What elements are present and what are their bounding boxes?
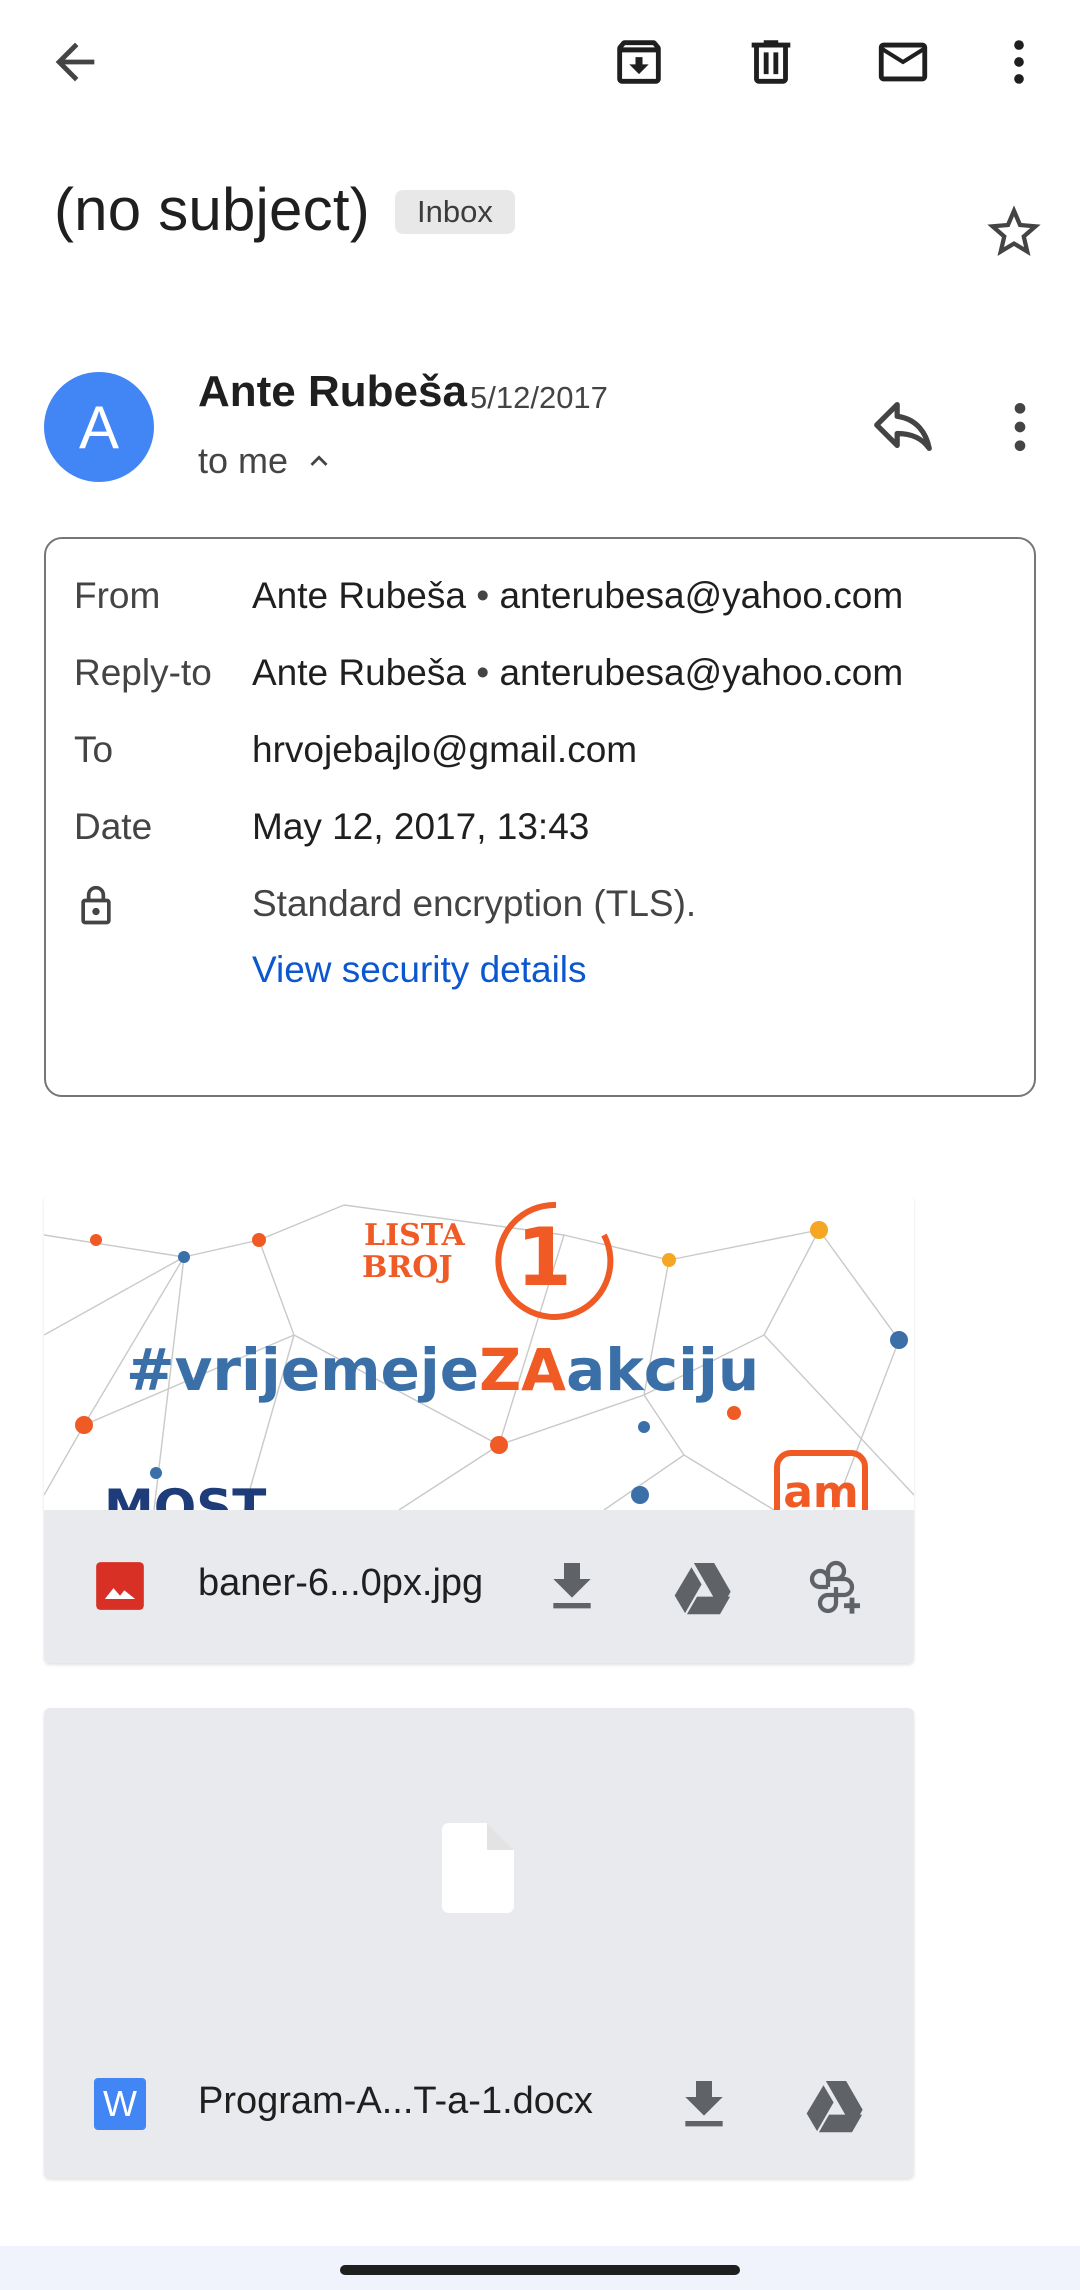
network-pattern-graphic: LISTA BROJ 1 #vrijemejeZAakciju MOST am: [44, 1201, 914, 1510]
from-email[interactable]: anterubesa@yahoo.com: [499, 575, 903, 616]
encryption-text: Standard encryption (TLS).: [252, 883, 697, 924]
date-value: May 12, 2017, 13:43: [252, 806, 590, 847]
top-app-bar: [0, 0, 1080, 125]
delete-button[interactable]: [726, 17, 816, 107]
to-label: To: [74, 729, 114, 770]
lock-icon: [81, 885, 111, 925]
archive-button[interactable]: [594, 17, 684, 107]
attachment-footer: W Program-A...T-a-1.docx: [44, 2028, 914, 2178]
more-vert-icon: [1014, 40, 1024, 84]
attachment-footer: baner-6...0px.jpg: [44, 1510, 914, 1660]
mail-icon: [878, 42, 928, 82]
banner-logo-text: MOST: [104, 1479, 266, 1510]
reply-to-email[interactable]: anterubesa@yahoo.com: [499, 652, 903, 693]
banner-lista: LISTA: [364, 1218, 465, 1253]
banner-badge-text: am: [783, 1467, 859, 1510]
date-label: Date: [74, 806, 153, 847]
download-icon[interactable]: [672, 2073, 736, 2137]
image-attachment-preview[interactable]: LISTA BROJ 1 #vrijemejeZAakciju MOST am: [44, 1195, 914, 1510]
from-label: From: [74, 575, 161, 616]
document-attachment-card[interactable]: W Program-A...T-a-1.docx: [44, 1708, 914, 2178]
more-options-button[interactable]: [974, 17, 1064, 107]
banner-hashtag: #vrijemejeZAakciju: [126, 1336, 759, 1404]
separator-dot: •: [476, 575, 490, 616]
star-icon[interactable]: [982, 200, 1046, 264]
to-value[interactable]: hrvojebajlo@gmail.com: [252, 729, 637, 771]
reply-to-name: Ante Rubeša: [252, 652, 466, 693]
document-placeholder-icon: [442, 1823, 514, 1913]
arrow-back-icon: [55, 42, 95, 82]
recipient-toggle[interactable]: to me: [198, 440, 336, 482]
sender-name: Ante Rubeša: [198, 367, 467, 416]
attachment-file-name: baner-6...0px.jpg: [198, 1562, 484, 1604]
trash-icon: [751, 40, 791, 84]
sender-date: 5/12/2017: [470, 380, 608, 415]
banner-broj: BROJ: [362, 1250, 453, 1285]
add-to-photos-icon[interactable]: [804, 1555, 868, 1619]
back-button[interactable]: [30, 17, 120, 107]
separator-dot: •: [476, 652, 490, 693]
reply-to-label: Reply-to: [74, 652, 212, 693]
download-icon[interactable]: [540, 1555, 604, 1619]
image-file-icon: [96, 1562, 144, 1610]
home-gesture-handle[interactable]: [340, 2265, 740, 2275]
view-security-details-link[interactable]: View security details: [252, 949, 587, 991]
recipient-summary: to me: [198, 440, 289, 481]
from-name: Ante Rubeša: [252, 575, 466, 616]
chevron-up-icon: [310, 455, 328, 466]
banner-number: 1: [516, 1211, 572, 1304]
image-attachment-card[interactable]: LISTA BROJ 1 #vrijemejeZAakciju MOST am …: [44, 1195, 914, 1663]
archive-icon: [617, 40, 661, 84]
message-more-icon[interactable]: [1000, 395, 1040, 459]
avatar[interactable]: A: [44, 372, 154, 482]
word-file-icon: W: [94, 2078, 146, 2130]
attachment-file-name: Program-A...T-a-1.docx: [198, 2080, 593, 2122]
email-subject: (no subject): [54, 176, 370, 243]
label-badge[interactable]: Inbox: [395, 190, 515, 234]
drive-icon[interactable]: [672, 1555, 736, 1619]
reply-to-value: Ante Rubeša • anterubesa@yahoo.com: [252, 652, 903, 694]
drive-icon[interactable]: [804, 2073, 868, 2137]
reply-icon[interactable]: [868, 390, 938, 460]
mark-unread-button[interactable]: [858, 17, 948, 107]
message-details-panel: From Ante Rubeša • anterubesa@yahoo.com …: [44, 537, 1036, 1097]
from-value: Ante Rubeša • anterubesa@yahoo.com: [252, 575, 903, 617]
